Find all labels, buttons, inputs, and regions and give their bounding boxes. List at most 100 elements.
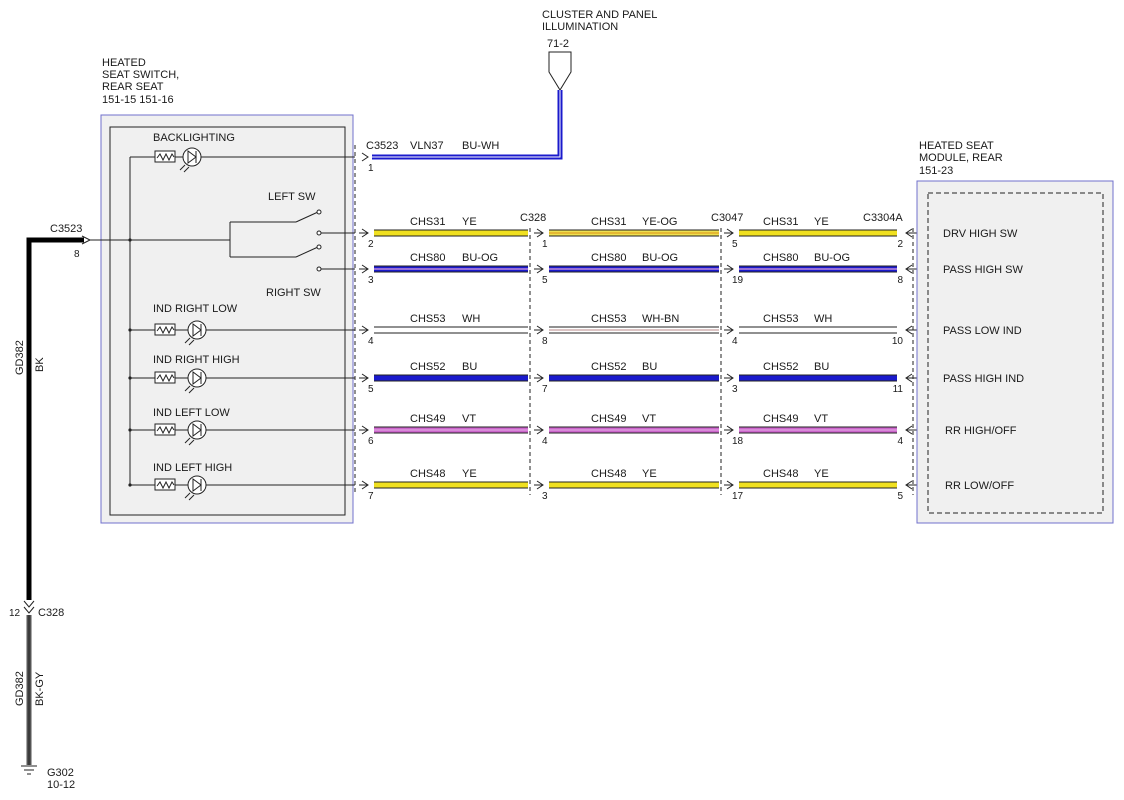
ind-left-low-label: IND LEFT LOW — [153, 407, 230, 419]
wire-row-4: CHS52 BU CHS52 BU CHS52 BU 5 7 3 11 — [359, 361, 930, 395]
heated-seat-module: HEATED SEAT MODULE, REAR 151-23 DRV HIGH… — [916, 140, 1114, 524]
switch-title-line1: HEATED — [102, 57, 146, 69]
cluster-title-line1: CLUSTER AND PANEL — [542, 9, 657, 21]
seg2-circuit: CHS53 — [591, 313, 626, 325]
seg3-color: VT — [814, 413, 828, 425]
pin-c3523: 4 — [368, 336, 374, 347]
seg1-circuit: CHS52 — [410, 361, 445, 373]
seg2-color: WH-BN — [642, 313, 679, 325]
seg1-circuit: CHS48 — [410, 468, 445, 480]
seg3-color: BU-OG — [814, 252, 850, 264]
ground-lower-color: BK-GY — [34, 671, 46, 706]
seg1-color: BU — [462, 361, 477, 373]
backlight-feed-wire: C3523 VLN37 BU-WH 1 — [361, 90, 563, 174]
cluster-title-line2: ILLUMINATION — [542, 21, 618, 33]
bus-junction-dot — [128, 376, 132, 380]
seg2-circuit: CHS80 — [591, 252, 626, 264]
vln37-circuit: VLN37 — [410, 140, 444, 152]
pin-c3523: 7 — [368, 491, 374, 502]
left-sw-contact-2 — [316, 230, 322, 236]
module-ref: 151-23 — [919, 165, 953, 177]
c328-connector-label: C328 — [520, 212, 546, 224]
wire-row-6: CHS48 YE CHS48 YE CHS48 YE 7 3 17 5 — [359, 468, 930, 502]
seg2-circuit: CHS48 — [591, 468, 626, 480]
seg2-circuit: CHS52 — [591, 361, 626, 373]
pin-c3523: 5 — [368, 384, 374, 395]
seg2-color: BU-OG — [642, 252, 678, 264]
seg3-circuit: CHS52 — [763, 361, 798, 373]
cluster-connector-icon — [548, 51, 572, 91]
seg3-color: BU — [814, 361, 829, 373]
c328-ground-chevron-top-icon — [23, 600, 35, 608]
vln37-color: BU-WH — [462, 140, 499, 152]
seg1-color: YE — [462, 468, 477, 480]
seg3-circuit: CHS31 — [763, 216, 798, 228]
pin-c328: 3 — [542, 491, 548, 502]
ind-right-low-label: IND RIGHT LOW — [153, 303, 238, 315]
pin-c3047: 18 — [732, 436, 744, 447]
seg3-color: WH — [814, 313, 832, 325]
module-pin-label: RR HIGH/OFF — [945, 425, 1017, 437]
ind-right-high-label: IND RIGHT HIGH — [153, 354, 240, 366]
pin-c3523: 3 — [368, 275, 374, 286]
module-pin-label: PASS LOW IND — [943, 325, 1022, 337]
seg1-color: BU-OG — [462, 252, 498, 264]
c3304a-connector-label: C3304A — [863, 212, 903, 224]
c328-ground-pin: 12 — [9, 608, 21, 619]
ground-symbol-icon — [21, 765, 37, 775]
seg1-circuit: CHS49 — [410, 413, 445, 425]
ground-circuit: C3523 8 GD382 BK 12 C328 GD382 BK-GY G30… — [9, 223, 92, 791]
cluster-ref: 71-2 — [547, 38, 569, 50]
right-sw-label: RIGHT SW — [266, 287, 321, 299]
c328-ground-chevron-bottom-icon — [23, 606, 35, 614]
module-pin-label: PASS HIGH SW — [943, 264, 1023, 276]
pin-c3047: 3 — [732, 384, 738, 395]
seg2-color: VT — [642, 413, 656, 425]
gd382-bk-wire — [26, 237, 84, 600]
seg3-circuit: CHS53 — [763, 313, 798, 325]
bus-junction-dot — [128, 428, 132, 432]
pin-c328: 5 — [542, 275, 548, 286]
switch-refs: 151-15 151-16 — [102, 94, 174, 106]
seg1-circuit: CHS80 — [410, 252, 445, 264]
ground-page: 10-12 — [47, 779, 75, 791]
pin-c3304a: 10 — [892, 336, 904, 347]
seg3-color: YE — [814, 468, 829, 480]
c328-ground-connector: C328 — [38, 607, 64, 619]
seg1-circuit: CHS31 — [410, 216, 445, 228]
ground-upper-circuit: GD382 — [14, 340, 26, 375]
module-title-line1: HEATED SEAT — [919, 140, 994, 152]
module-pin-label: PASS HIGH IND — [943, 373, 1024, 385]
seg3-circuit: CHS49 — [763, 413, 798, 425]
pin-c3047: 4 — [732, 336, 738, 347]
bus-junction-dot — [128, 483, 132, 487]
module-title-line2: MODULE, REAR — [919, 152, 1003, 164]
vln37-arrow-icon — [361, 152, 369, 162]
seg3-circuit: CHS80 — [763, 252, 798, 264]
bus-junction-dot — [128, 328, 132, 332]
resistor-icon — [154, 423, 176, 436]
heated-seat-switch: HEATED SEAT SWITCH, REAR SEAT 151-15 151… — [90, 57, 355, 524]
resistor-icon — [154, 323, 176, 336]
pin-c3047: 17 — [732, 491, 744, 502]
ground-ref: G302 — [47, 767, 74, 779]
seg2-circuit: CHS49 — [591, 413, 626, 425]
seg3-color: YE — [814, 216, 829, 228]
pin-c328: 7 — [542, 384, 548, 395]
pin-c328: 1 — [542, 239, 548, 250]
backlight-resistor-icon — [154, 150, 176, 163]
resistor-icon — [154, 478, 176, 491]
pin-c328: 4 — [542, 436, 548, 447]
seg3-circuit: CHS48 — [763, 468, 798, 480]
seg2-circuit: CHS31 — [591, 216, 626, 228]
switch-title-line2: SEAT SWITCH, — [102, 69, 179, 81]
pin-c3304a: 8 — [897, 275, 903, 286]
pin-c3523: 2 — [368, 239, 374, 250]
module-pin-label: DRV HIGH SW — [943, 228, 1018, 240]
wire-row-1: CHS31 YE CHS31 YE-OG CHS31 YE 2 1 5 2 — [359, 216, 930, 250]
bus-junction-dot — [128, 238, 132, 242]
harness-wires: CHS31 YE CHS31 YE-OG CHS31 YE2 1 5 2CHS80 BU-OG CH… — [359, 216, 930, 502]
c3523-backlight-connector: C3523 — [366, 140, 398, 152]
switch-title-line3: REAR SEAT — [102, 81, 164, 93]
pin-c3304a: 11 — [893, 384, 904, 395]
